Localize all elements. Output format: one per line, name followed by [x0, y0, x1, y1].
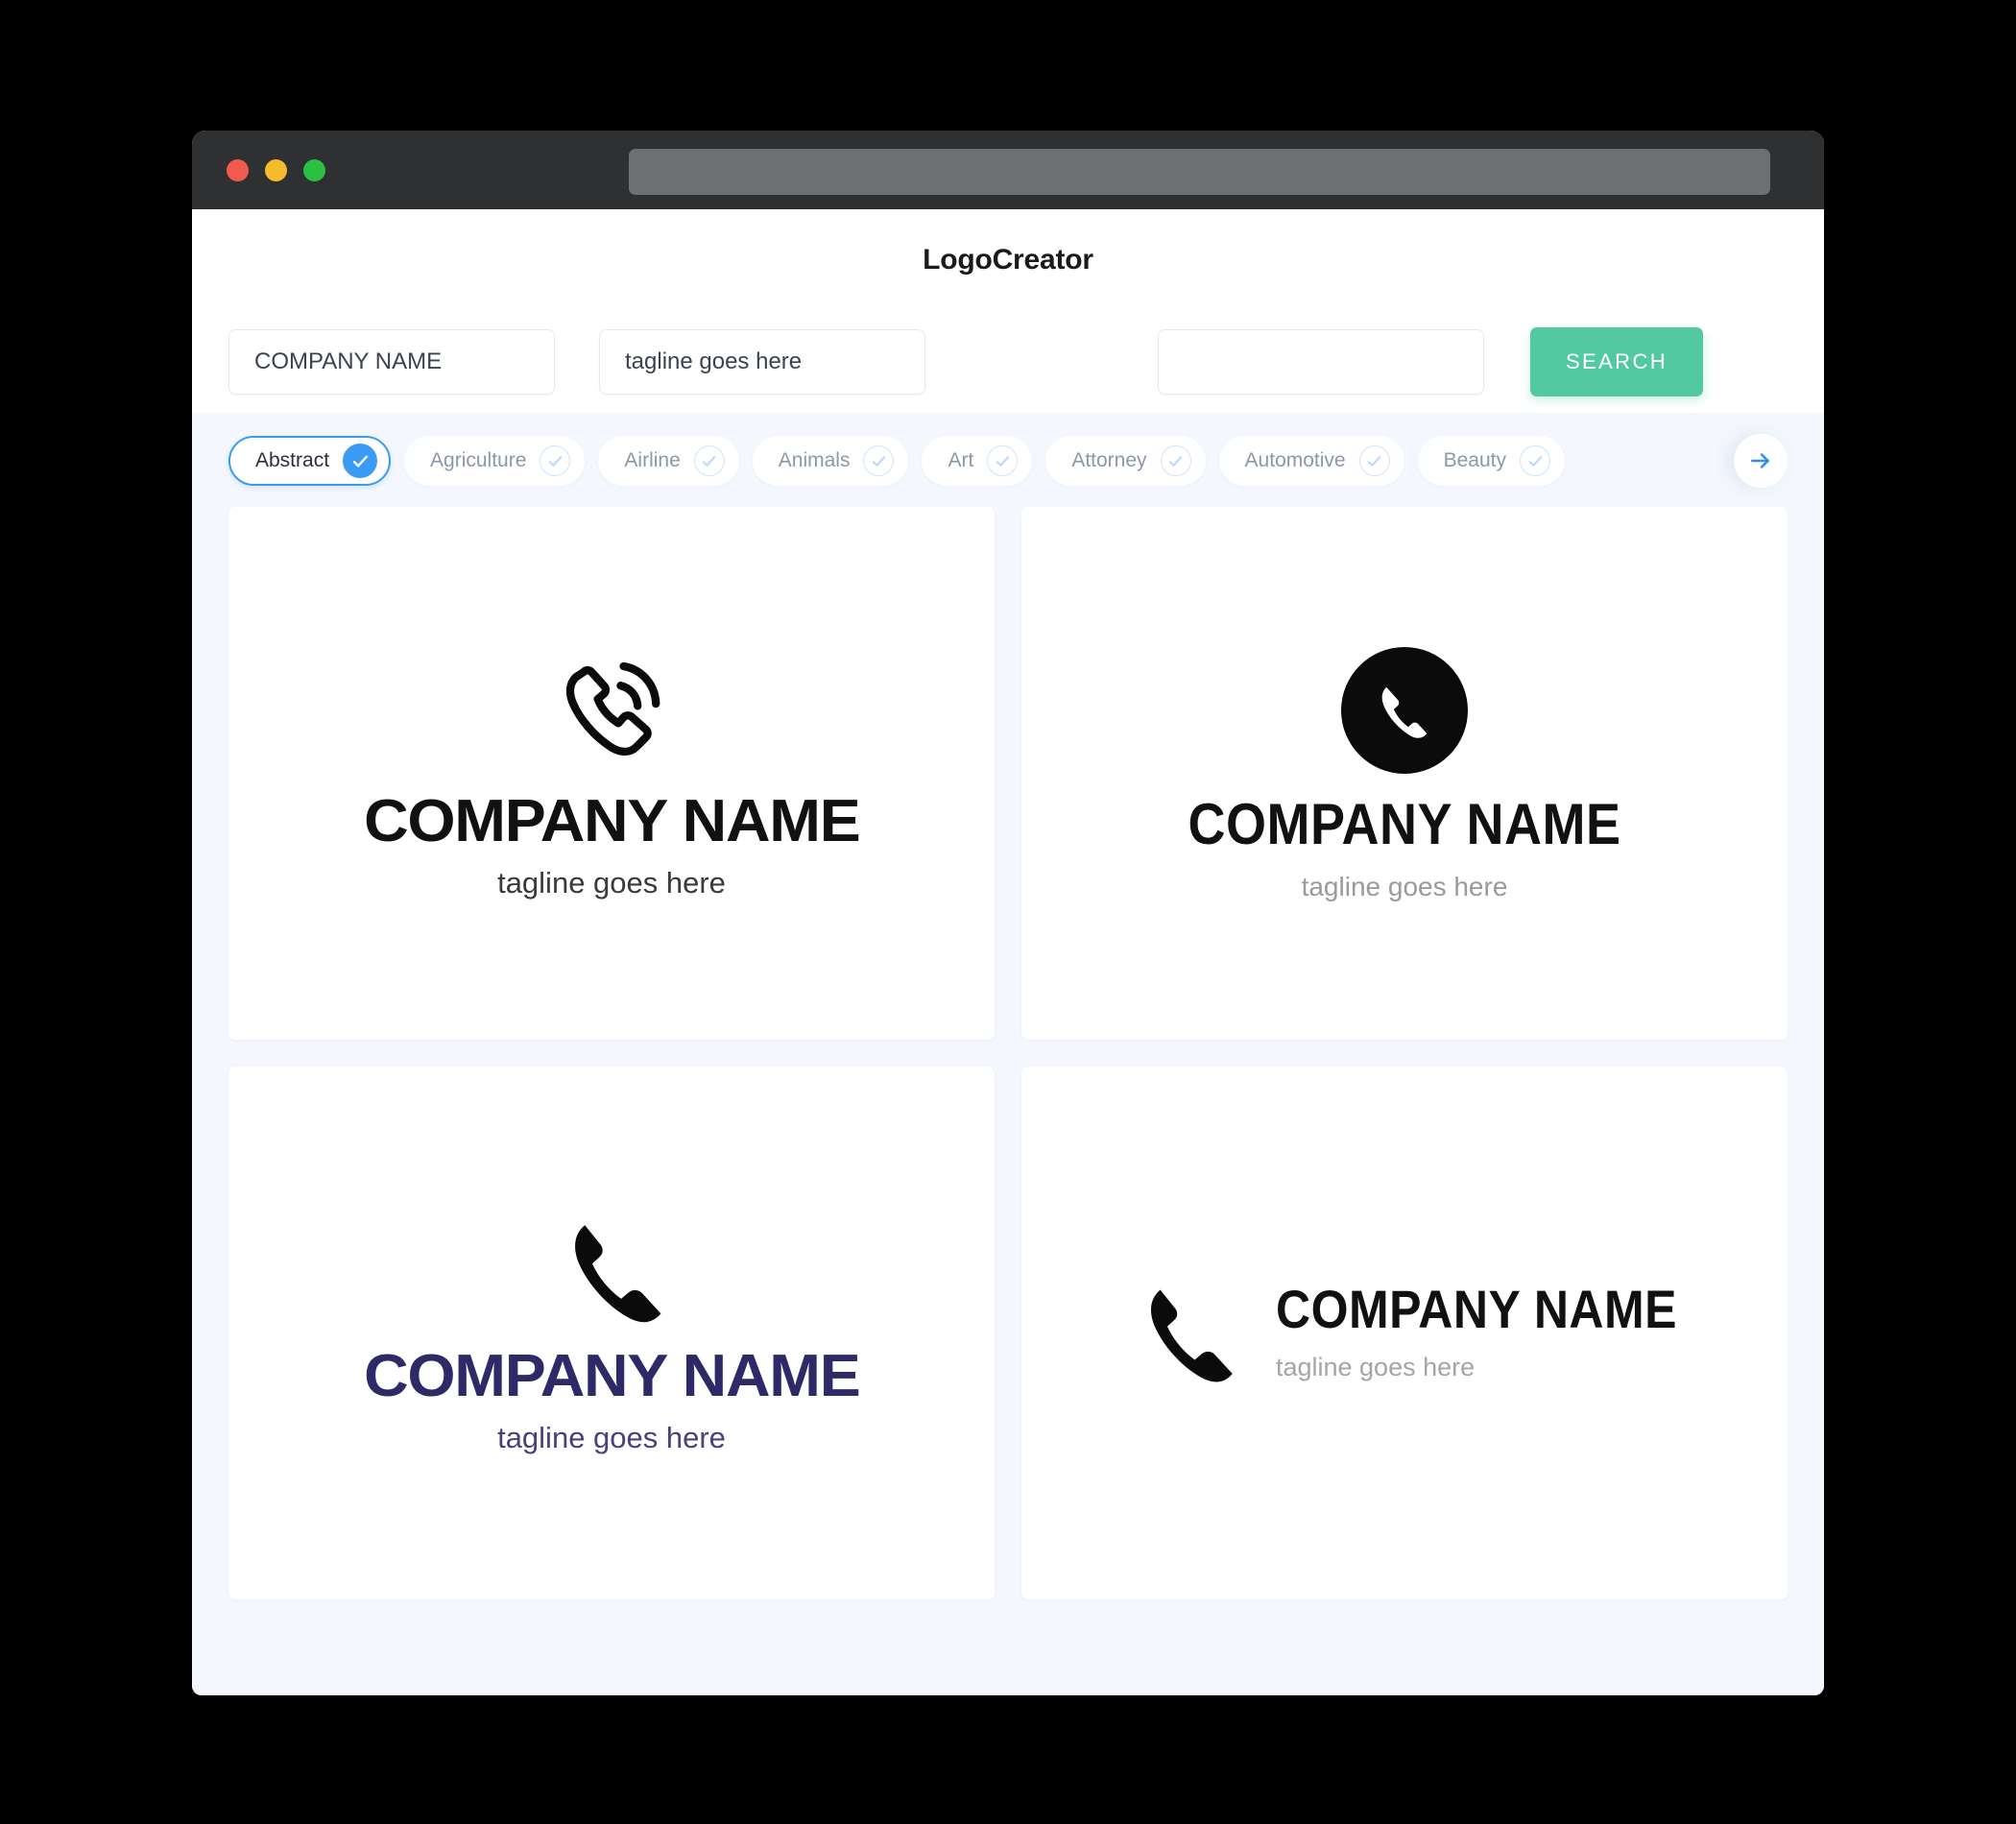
logo-tagline: tagline goes here: [497, 1420, 726, 1454]
category-filter-bar: Abstract Agriculture Airline Animals Art Atto…: [228, 413, 1788, 507]
check-outline-icon[interactable]: [1160, 445, 1191, 476]
tagline-input[interactable]: tagline goes here: [599, 329, 925, 395]
category-chip-art[interactable]: Art: [922, 436, 1033, 486]
close-window-button[interactable]: [227, 158, 249, 181]
logo-preview: COMPANY NAME tagline goes here: [1188, 646, 1621, 901]
category-chip-attorney[interactable]: Attorney: [1045, 436, 1206, 486]
check-outline-icon[interactable]: [693, 445, 725, 476]
company-name-value: COMPANY NAME: [254, 348, 443, 374]
logo-card[interactable]: COMPANY NAME tagline goes here: [1021, 1067, 1788, 1599]
logo-results-grid: COMPANY NAME tagline goes here COMPANY NAM…: [228, 507, 1788, 1628]
keyword-input[interactable]: [1158, 329, 1484, 395]
search-button[interactable]: SEARCH: [1530, 327, 1703, 396]
check-filled-icon[interactable]: [343, 444, 378, 478]
minimize-window-button[interactable]: [265, 158, 287, 181]
logo-card[interactable]: COMPANY NAME tagline goes here: [228, 507, 995, 1040]
category-chip-label: Attorney: [1071, 449, 1147, 471]
url-bar[interactable]: [629, 149, 1770, 195]
arrow-right-icon: [1751, 453, 1769, 468]
logo-card[interactable]: COMPANY NAME tagline goes here: [1021, 507, 1788, 1040]
check-outline-icon[interactable]: [1520, 445, 1550, 476]
traffic-lights: [227, 158, 325, 181]
logo-company-name: COMPANY NAME: [363, 787, 861, 854]
logo-tagline: tagline goes here: [1301, 871, 1508, 901]
category-chip-label: Animals: [778, 449, 851, 471]
phone-in-black-circle-icon: [1341, 646, 1468, 774]
category-chip-label: Agriculture: [430, 449, 527, 471]
page-title: LogoCreator: [923, 244, 1093, 276]
category-chip-agriculture[interactable]: Agriculture: [404, 436, 586, 486]
logo-company-name: COMPANY NAME: [1275, 1279, 1678, 1340]
check-outline-icon[interactable]: [863, 445, 895, 476]
logo-tagline: tagline goes here: [1275, 1353, 1476, 1381]
category-chip-label: Abstract: [255, 449, 330, 471]
logo-preview: COMPANY NAME tagline goes here: [1132, 1280, 1677, 1387]
category-chip-animals[interactable]: Animals: [752, 436, 909, 486]
category-chip-beauty[interactable]: Beauty: [1417, 436, 1565, 486]
logo-company-name: COMPANY NAME: [363, 1342, 861, 1409]
category-chip-label: Art: [948, 449, 974, 471]
browser-titlebar: [192, 131, 1824, 209]
categories-next-button[interactable]: [1734, 434, 1788, 488]
phone-outline-with-waves-icon: [551, 650, 672, 771]
logo-company-name: COMPANY NAME: [1188, 791, 1621, 857]
maximize-window-button[interactable]: [303, 158, 325, 181]
screenshot-stage: LogoCreator COMPANY NAME tagline goes he…: [0, 0, 2016, 1824]
check-outline-icon[interactable]: [1358, 445, 1390, 476]
browser-window: LogoCreator COMPANY NAME tagline goes he…: [192, 131, 1824, 1695]
category-chip-label: Airline: [624, 449, 681, 471]
logo-tagline: tagline goes here: [497, 865, 726, 900]
category-chip-label: Beauty: [1443, 449, 1506, 471]
search-toolbar: COMPANY NAME tagline goes here SEARCH: [192, 311, 1824, 413]
logo-preview: COMPANY NAME tagline goes here: [364, 650, 860, 900]
logo-preview: COMPANY NAME tagline goes here: [364, 1214, 860, 1454]
check-outline-icon[interactable]: [987, 445, 1019, 476]
logo-card[interactable]: COMPANY NAME tagline goes here: [228, 1067, 995, 1599]
tagline-value: tagline goes here: [625, 348, 803, 374]
results-panel: Abstract Agriculture Airline Animals Art Atto…: [192, 413, 1824, 1695]
company-name-input[interactable]: COMPANY NAME: [228, 329, 555, 395]
check-outline-icon[interactable]: [540, 445, 571, 476]
category-chip-label: Automotive: [1244, 449, 1346, 471]
category-chip-automotive[interactable]: Automotive: [1218, 436, 1404, 486]
category-chip-abstract[interactable]: Abstract: [228, 436, 392, 486]
phone-solid-icon: [1132, 1280, 1239, 1387]
phone-solid-icon: [555, 1214, 668, 1328]
category-chip-airline[interactable]: Airline: [598, 436, 739, 486]
app-header: LogoCreator: [192, 209, 1824, 311]
logo-text-block: COMPANY NAME tagline goes here: [1275, 1279, 1678, 1381]
phone-solid-glyph: [1381, 686, 1428, 738]
